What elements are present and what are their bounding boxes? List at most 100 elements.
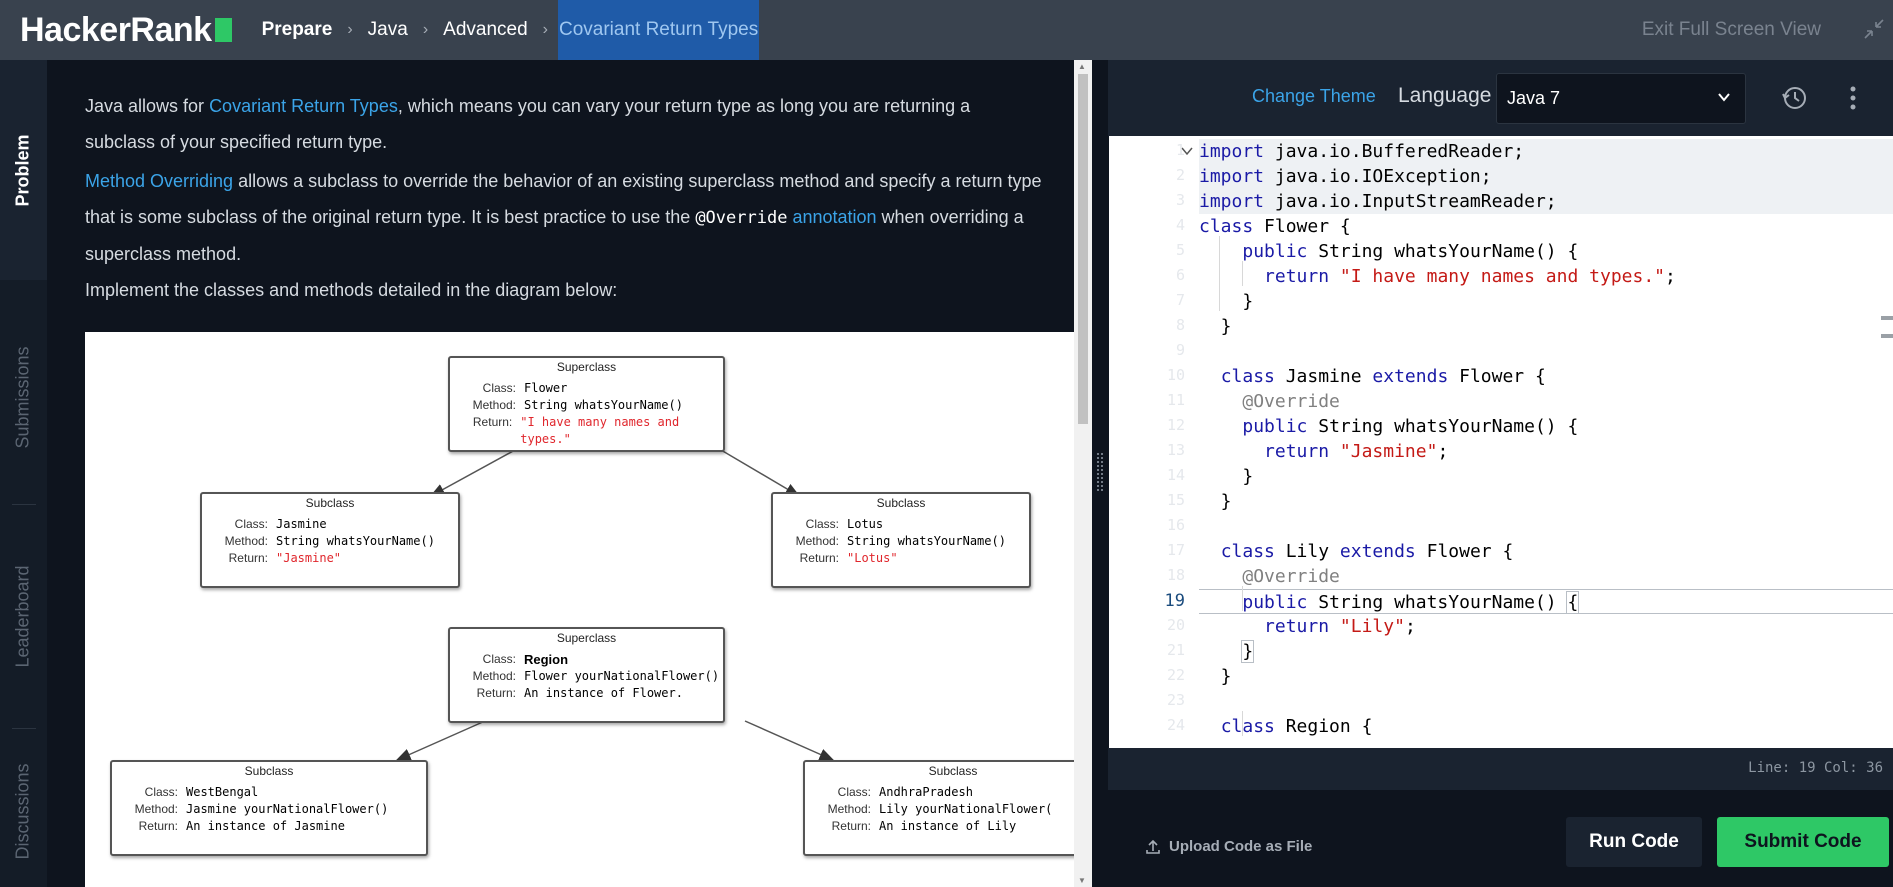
code-line[interactable]: } <box>1199 289 1893 314</box>
uml-return: "Lotus" <box>847 551 898 565</box>
problem-paragraph-3: Implement the classes and methods detail… <box>85 280 618 300</box>
drag-handle-icon[interactable] <box>1096 452 1104 492</box>
change-theme-link[interactable]: Change Theme <box>1252 86 1376 107</box>
uml-key: Return: <box>472 415 513 429</box>
line-number: 19 <box>1164 591 1185 611</box>
uml-class: Jasmine <box>276 517 327 531</box>
code-line[interactable]: public String whatsYourName() { <box>1199 239 1893 264</box>
uml-box-head: Superclass <box>556 631 617 645</box>
uml-box-head: Subclass <box>244 764 294 778</box>
code-line[interactable]: class Region { <box>1199 714 1893 739</box>
uml-box-region: Superclass Class: Region Method: Flower yo… <box>448 627 725 723</box>
scroll-down-icon[interactable]: ▼ <box>1078 876 1086 885</box>
code-line[interactable]: } <box>1199 314 1893 339</box>
uml-key: Return: <box>799 551 839 565</box>
breadcrumb-current[interactable]: Covariant Return Types <box>557 0 760 60</box>
code-line[interactable]: class Jasmine extends Flower { <box>1199 364 1893 389</box>
method-overriding-link[interactable]: Method Overriding <box>85 171 233 191</box>
line-number: 10 <box>1166 366 1185 384</box>
uml-key: Class: <box>482 652 516 666</box>
override-code: @Override <box>695 208 788 228</box>
tab-submissions[interactable]: Submissions <box>0 290 47 504</box>
uml-key: Class: <box>482 381 516 395</box>
code-line[interactable]: @Override <box>1199 389 1893 414</box>
uml-key: Return: <box>138 819 178 833</box>
uml-class: Region <box>524 652 569 667</box>
line-number: 6 <box>1175 266 1185 284</box>
uml-return: "I have many names and types." <box>520 415 680 446</box>
code-line[interactable] <box>1199 514 1893 539</box>
submit-code-button[interactable]: Submit Code <box>1717 817 1889 867</box>
exit-fullscreen-link[interactable]: Exit Full Screen View <box>1642 0 1821 60</box>
upload-label: Upload Code as File <box>1169 838 1313 855</box>
upload-code-button[interactable]: Upload Code as File <box>1145 838 1312 855</box>
breadcrumb-advanced[interactable]: Advanced <box>438 0 533 60</box>
language-value: Java 7 <box>1507 88 1561 108</box>
uml-method: String whatsYourName() <box>524 398 683 412</box>
hackerrank-logo[interactable]: HackerRank <box>20 11 232 50</box>
line-number: 14 <box>1166 466 1185 484</box>
breadcrumb-java[interactable]: Java <box>363 0 413 60</box>
code-line[interactable]: public String whatsYourName() { <box>1199 414 1893 439</box>
code-line[interactable]: import java.io.IOException; <box>1199 164 1893 189</box>
line-number: 4 <box>1175 216 1185 234</box>
code-line[interactable]: class Flower { <box>1199 214 1893 239</box>
code-line[interactable]: } <box>1199 489 1893 514</box>
uml-box-jasmine: Subclass Class: Jasmine Method: String wha… <box>200 492 460 588</box>
code-line[interactable]: return "I have many names and types."; <box>1199 264 1893 289</box>
uml-key: Method: <box>134 802 178 816</box>
code-line[interactable] <box>1199 689 1893 714</box>
uml-box-andhrapradesh: Subclass Class: AndhraPradesh Method: Lily… <box>803 760 1074 856</box>
exit-fullscreen-icon[interactable] <box>1863 18 1885 40</box>
line-number: 23 <box>1166 691 1185 709</box>
text: Java allows for <box>85 96 210 116</box>
tab-leaderboard-label: Leaderboard <box>13 564 33 668</box>
code-line[interactable] <box>1199 339 1893 364</box>
cursor-position: Line: 19 Col: 36 <box>1748 760 1883 776</box>
line-number: 5 <box>1175 241 1185 259</box>
code-line[interactable]: return "Jasmine"; <box>1199 439 1893 464</box>
scroll-up-icon[interactable]: ▲ <box>1078 62 1086 71</box>
code-line[interactable]: import java.io.BufferedReader; <box>1199 139 1893 164</box>
scrollbar-thumb[interactable] <box>1078 74 1088 424</box>
scroll-marker <box>1881 316 1893 320</box>
uml-key: Method: <box>795 534 839 548</box>
uml-box-head: Subclass <box>928 764 978 778</box>
code-editor[interactable]: 1 2 3 4 5 6 7 8 9 10 11 12 13 14 15 16 17 18 19 20 21 22 23 24 … <box>1108 136 1893 748</box>
line-number: 17 <box>1166 541 1185 559</box>
tab-leaderboard[interactable]: Leaderboard <box>0 505 47 727</box>
line-number: 24 <box>1166 716 1185 734</box>
line-number: 20 <box>1166 616 1185 634</box>
language-select[interactable]: Java 7 <box>1496 73 1746 124</box>
line-number: 15 <box>1166 491 1185 509</box>
uml-box-head: Subclass <box>305 496 355 510</box>
uml-key: Return: <box>228 551 268 565</box>
tab-discussions[interactable]: Discussions <box>0 735 47 887</box>
uml-diagram: Superclass Class: Flower Method: String wh… <box>85 332 1074 887</box>
uml-return: "Jasmine" <box>276 551 342 565</box>
code-line[interactable]: } <box>1199 639 1893 664</box>
pane-splitter[interactable] <box>1092 60 1108 887</box>
more-vertical-icon[interactable] <box>1848 84 1858 112</box>
tab-problem[interactable]: Problem <box>0 60 47 280</box>
code-line[interactable]: @Override <box>1199 564 1893 589</box>
code-line[interactable]: } <box>1199 664 1893 689</box>
line-number: 22 <box>1166 666 1185 684</box>
code-line[interactable]: } <box>1199 464 1893 489</box>
breadcrumb-prepare[interactable]: Prepare <box>257 0 338 60</box>
code-line[interactable]: class Lily extends Flower { <box>1199 539 1893 564</box>
logo-text: HackerRank <box>20 10 212 49</box>
code-line[interactable]: import java.io.InputStreamReader; <box>1199 189 1893 214</box>
run-code-button[interactable]: Run Code <box>1566 817 1702 867</box>
covariant-link[interactable]: Covariant Return Types <box>209 96 398 116</box>
problem-scrollbar[interactable]: ▲ ▼ <box>1074 60 1092 887</box>
code-line[interactable]: return "Lily"; <box>1199 614 1893 639</box>
uml-class: Lotus <box>847 517 884 531</box>
uml-method: Jasmine yourNationalFlower() <box>186 802 389 816</box>
annotation-link[interactable]: annotation <box>792 207 876 227</box>
uml-box-head: Superclass <box>556 360 617 374</box>
breadcrumb: Prepare › Java › Advanced › Covariant Re… <box>257 0 760 60</box>
editor-actions: Upload Code as File Run Code Submit Code <box>1108 790 1893 887</box>
history-icon[interactable] <box>1781 84 1809 112</box>
code-line[interactable]: public String whatsYourName() { <box>1199 589 1893 614</box>
